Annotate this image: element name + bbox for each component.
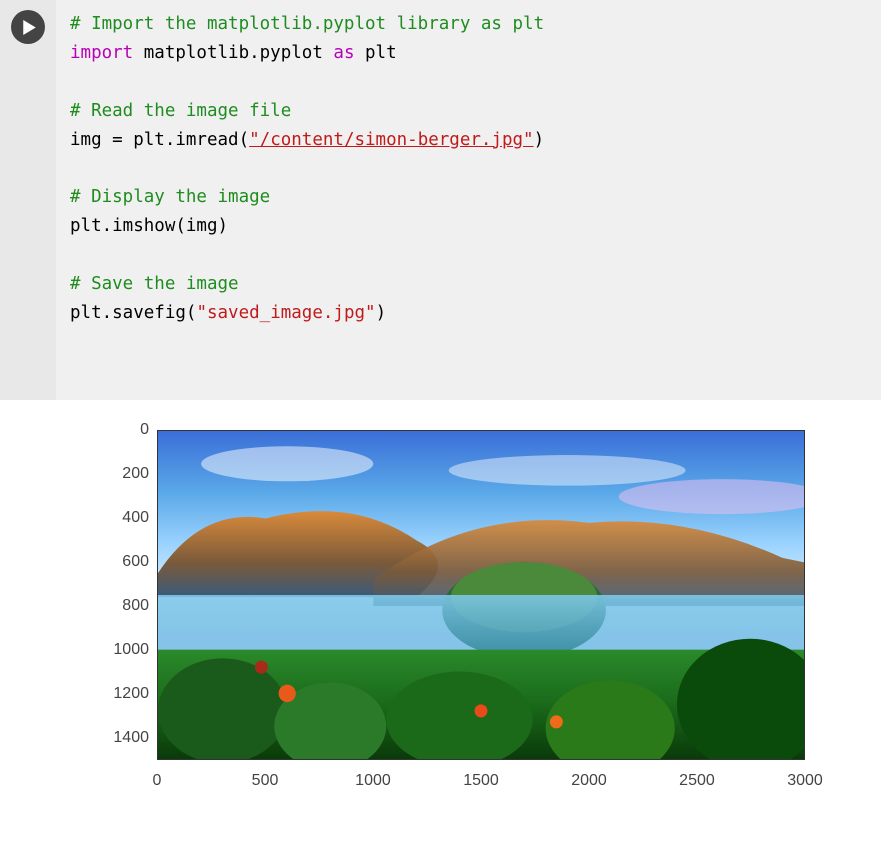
play-icon [22, 20, 37, 35]
y-tick-label: 0 [140, 421, 149, 439]
code-text: ) [534, 130, 545, 150]
y-tick-label: 1000 [113, 641, 149, 659]
code-keyword: as [333, 43, 354, 63]
x-tick-label: 500 [252, 772, 279, 790]
y-axis: 0 200 400 600 800 1000 1200 1400 [95, 430, 157, 760]
x-tick-label: 2000 [571, 772, 607, 790]
cell-output: 0 200 400 600 800 1000 1200 1400 [0, 400, 881, 820]
code-keyword: import [70, 43, 133, 63]
x-tick-label: 2500 [679, 772, 715, 790]
cell-gutter [0, 0, 56, 400]
y-tick-label: 400 [122, 509, 149, 527]
code-text: img = plt.imread( [70, 130, 249, 150]
x-tick-label: 1500 [463, 772, 499, 790]
y-tick-label: 200 [122, 465, 149, 483]
figure: 0 200 400 600 800 1000 1200 1400 [95, 430, 815, 800]
code-string: "/content/simon-berger.jpg" [249, 130, 533, 150]
code-editor[interactable]: # Import the matplotlib.pyplot library a… [56, 0, 881, 400]
x-tick-label: 3000 [787, 772, 823, 790]
code-text: matplotlib.pyplot [133, 43, 333, 63]
code-text: plt.savefig( [70, 303, 196, 323]
x-tick-label: 1000 [355, 772, 391, 790]
code-string: "saved_image.jpg" [196, 303, 375, 323]
x-tick-label: 0 [153, 772, 162, 790]
y-tick-label: 600 [122, 553, 149, 571]
y-tick-label: 1200 [113, 685, 149, 703]
code-cell: # Import the matplotlib.pyplot library a… [0, 0, 881, 400]
code-comment: # Save the image [70, 274, 239, 294]
x-axis: 0 500 1000 1500 2000 2500 3000 [157, 762, 805, 800]
code-text: plt.imshow(img) [70, 216, 228, 236]
y-tick-label: 800 [122, 597, 149, 615]
run-cell-button[interactable] [11, 10, 45, 44]
code-comment: # Import the matplotlib.pyplot library a… [70, 14, 544, 34]
y-tick-label: 1400 [113, 729, 149, 747]
code-text: plt [354, 43, 396, 63]
image-axes [157, 430, 805, 760]
code-comment: # Display the image [70, 187, 270, 207]
code-text: ) [376, 303, 387, 323]
landscape-image [158, 431, 804, 759]
code-comment: # Read the image file [70, 101, 291, 121]
